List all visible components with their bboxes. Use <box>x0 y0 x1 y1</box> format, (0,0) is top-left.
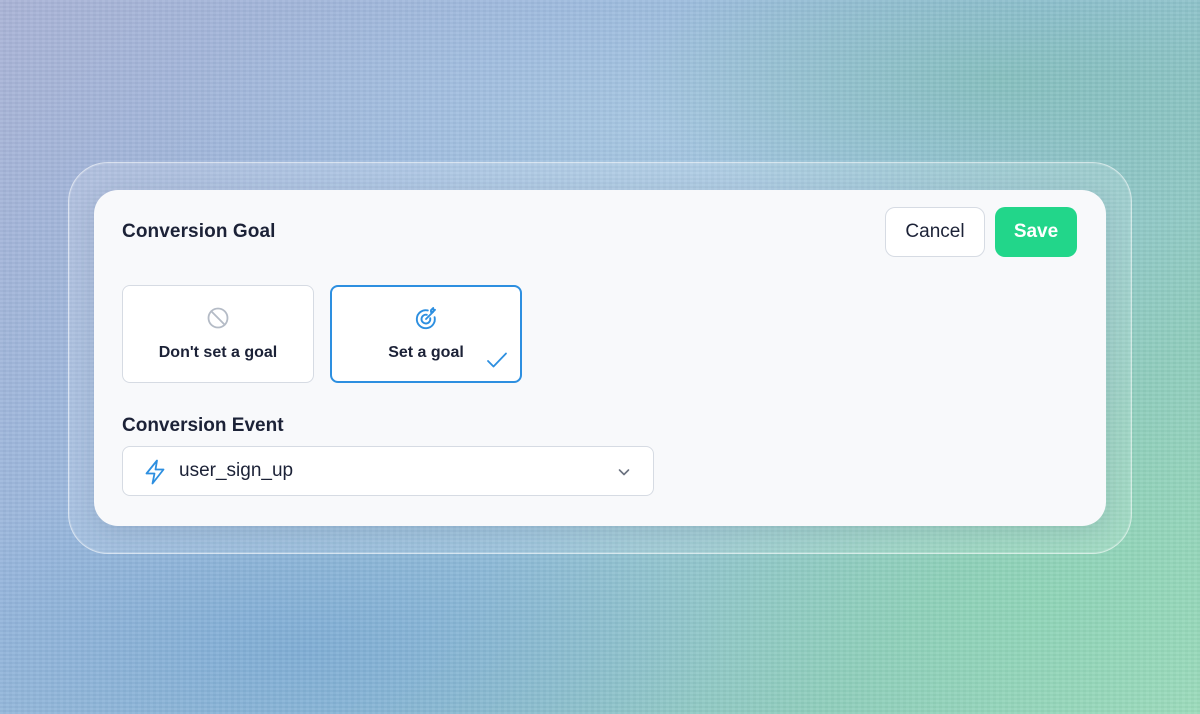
lightning-bolt-icon <box>145 459 165 485</box>
save-button[interactable]: Save <box>995 207 1077 257</box>
conversion-event-select[interactable]: user_sign_up <box>122 446 654 496</box>
checkmark-icon <box>487 352 507 368</box>
conversion-event-label: Conversion Event <box>122 415 284 436</box>
selected-event-value: user_sign_up <box>179 460 294 481</box>
option-label: Don't set a goal <box>158 344 278 361</box>
target-icon <box>415 307 436 330</box>
card-title: Conversion Goal <box>122 221 276 242</box>
option-set-goal[interactable]: Set a goal <box>330 285 522 383</box>
option-dont-set-goal[interactable]: Don't set a goal <box>122 285 314 383</box>
ban-icon <box>207 307 229 329</box>
cancel-button[interactable]: Cancel <box>885 207 985 257</box>
chevron-down-icon <box>618 469 630 476</box>
conversion-goal-card: Conversion Goal Cancel Save Don't set a … <box>94 190 1106 526</box>
